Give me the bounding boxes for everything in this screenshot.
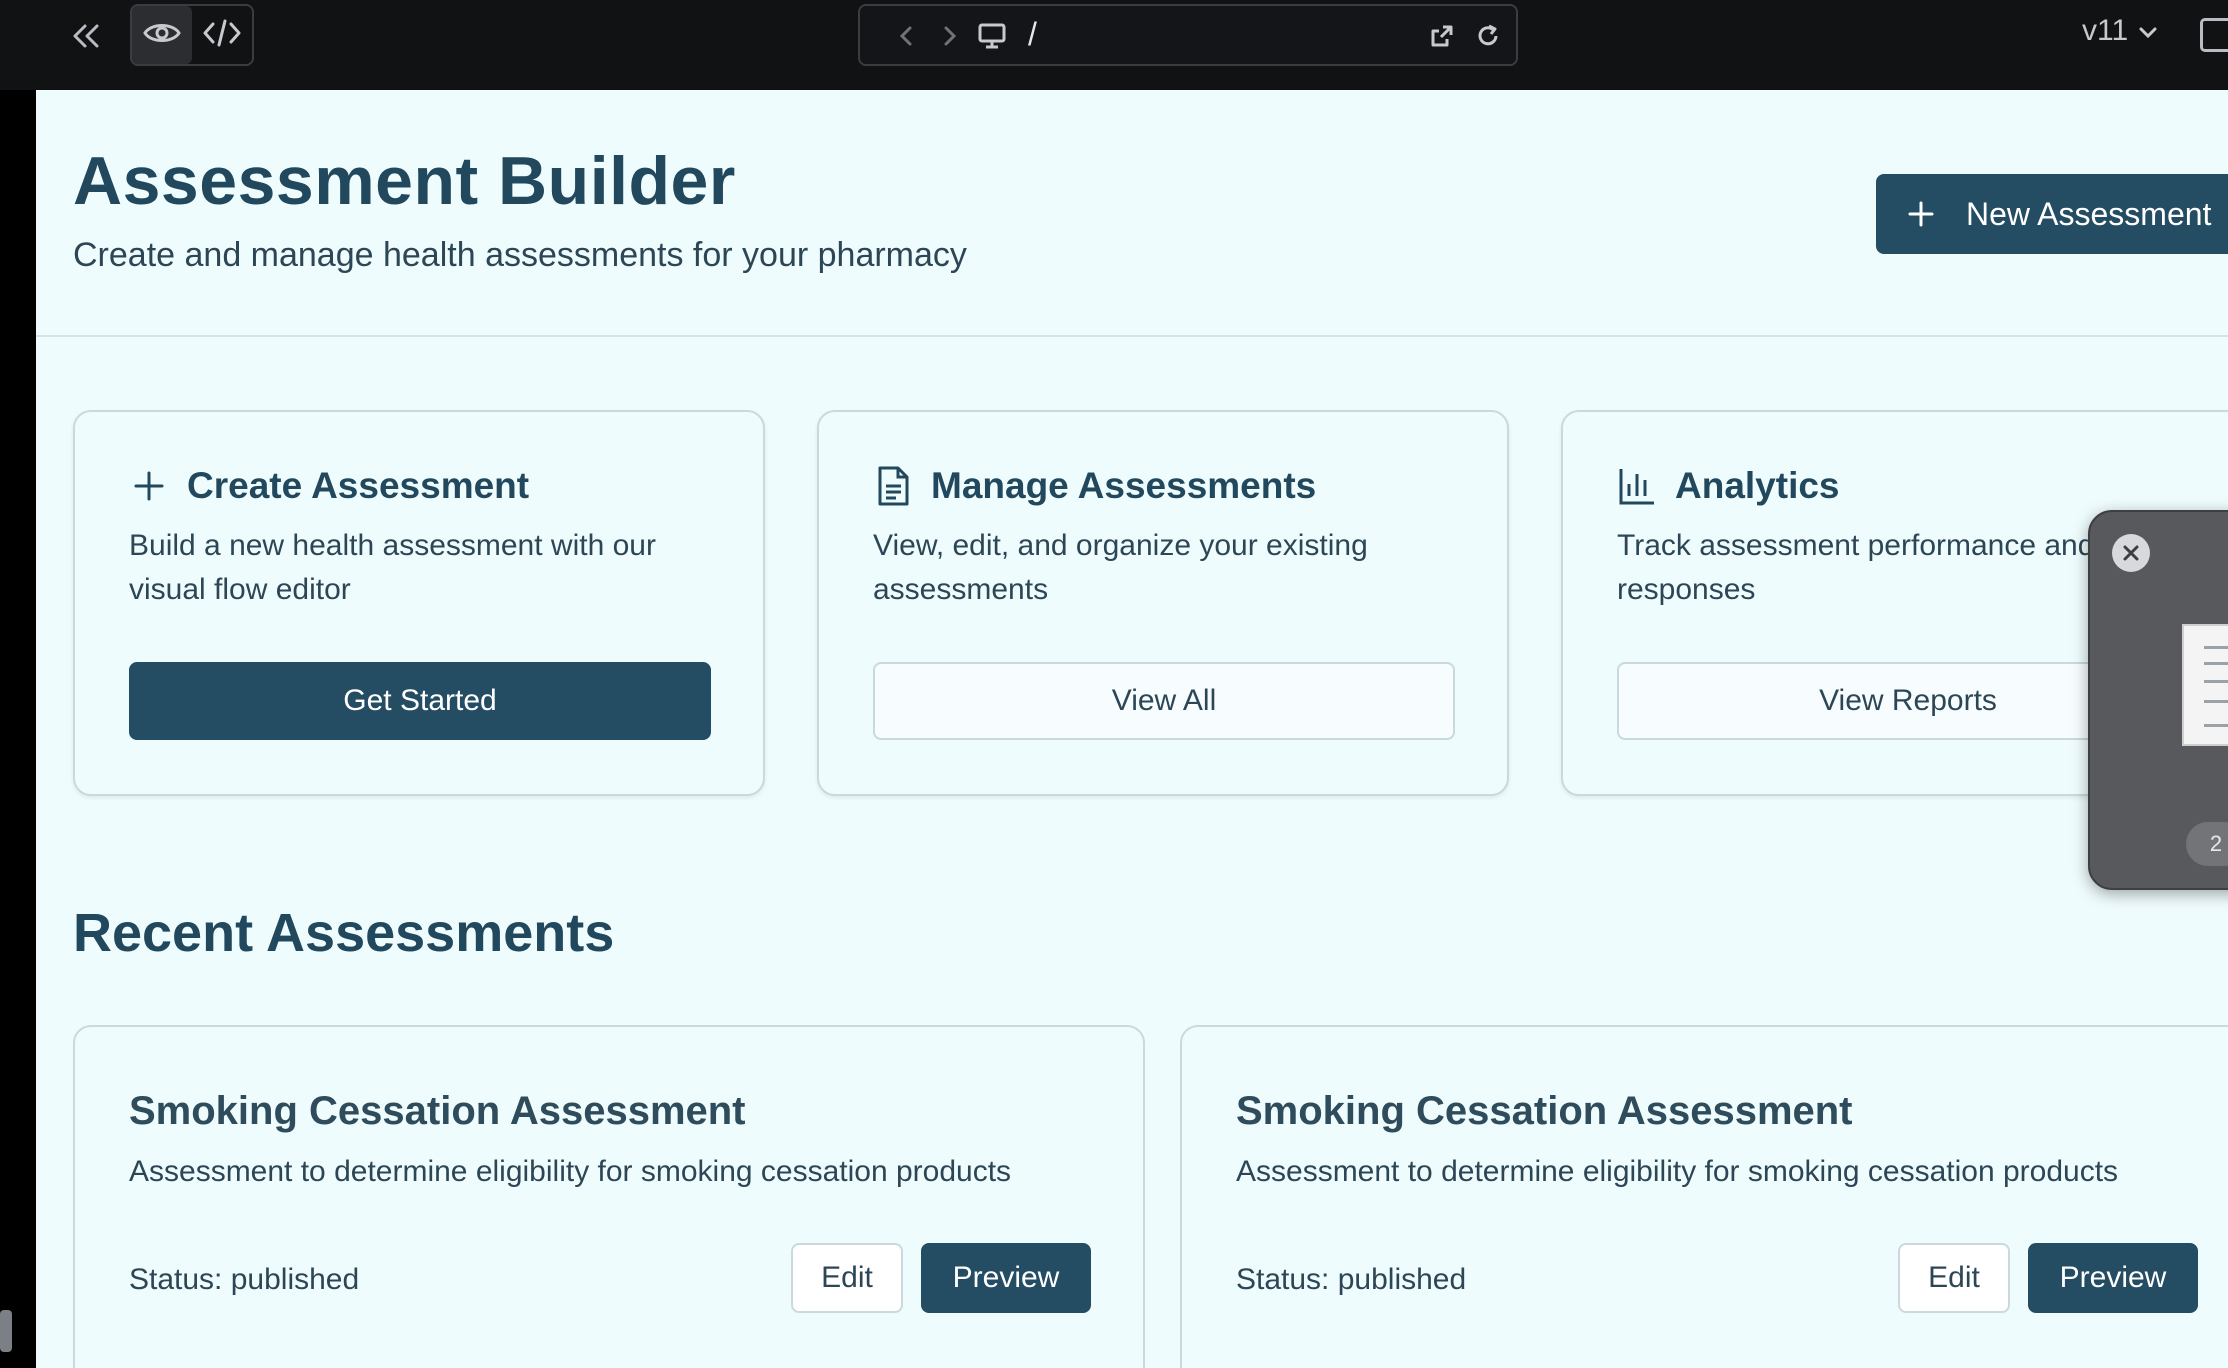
collapse-sidebar-icon[interactable] (66, 18, 106, 54)
scrollbar-thumb[interactable] (0, 1310, 12, 1352)
top-toolbar: / v11 (0, 0, 2228, 90)
address-bar[interactable]: / (858, 4, 1518, 66)
manage-assessments-card: Manage Assessments View, edit, and organ… (817, 410, 1509, 796)
preview-button[interactable]: Preview (2028, 1243, 2198, 1313)
left-edge (0, 90, 36, 1368)
assessment-title: Smoking Cessation Assessment (1236, 1089, 1853, 1133)
eye-icon (143, 20, 181, 51)
view-mode-toggle (130, 4, 254, 66)
plus-icon (129, 464, 169, 508)
forward-icon[interactable] (934, 20, 966, 52)
panel-toggle-icon[interactable] (2200, 18, 2228, 52)
assessment-description: Assessment to determine eligibility for … (1236, 1155, 2119, 1188)
thumbnail-preview[interactable] (2182, 624, 2228, 746)
card-title: Analytics (1675, 465, 1840, 506)
plus-icon (1876, 200, 1966, 228)
preview-button[interactable]: Preview (921, 1243, 1091, 1313)
chevron-down-icon (2138, 14, 2158, 48)
card-title: Create Assessment (187, 465, 530, 506)
create-assessment-card: Create Assessment Build a new health ass… (73, 410, 765, 796)
preview-mode-button[interactable] (132, 6, 192, 64)
code-mode-button[interactable] (192, 6, 252, 64)
assessment-card: Smoking Cessation Assessment Assessment … (1180, 1025, 2228, 1368)
page-header: Assessment Builder Create and manage hea… (36, 90, 2228, 337)
page-title: Assessment Builder (73, 143, 736, 219)
new-assessment-label: New Assessment (1966, 195, 2212, 232)
screenshot-thumbnail-overlay[interactable]: 2 (2088, 510, 2228, 890)
assessment-status: Status: published (129, 1263, 360, 1296)
card-description: View, edit, and organize your existing a… (873, 529, 1368, 606)
thumbnail-count-badge: 2 (2186, 822, 2228, 866)
open-external-icon[interactable] (1426, 20, 1458, 52)
card-description: Build a new health assessment with our v… (129, 529, 656, 606)
edit-button[interactable]: Edit (791, 1243, 903, 1313)
view-all-button[interactable]: View All (873, 662, 1455, 740)
page-subtitle: Create and manage health assessments for… (73, 236, 967, 274)
card-title: Manage Assessments (931, 465, 1317, 506)
assessment-card: Smoking Cessation Assessment Assessment … (73, 1025, 1145, 1368)
document-icon (873, 464, 913, 508)
assessment-description: Assessment to determine eligibility for … (129, 1155, 1012, 1188)
version-selector[interactable]: v11 (2082, 14, 2158, 48)
app-content: Assessment Builder Create and manage hea… (36, 90, 2228, 1368)
desktop-icon[interactable] (976, 20, 1008, 52)
assessment-title: Smoking Cessation Assessment (129, 1089, 746, 1133)
url-path: / (1028, 16, 1037, 52)
version-label: v11 (2082, 14, 2129, 47)
back-icon[interactable] (890, 20, 922, 52)
edit-button[interactable]: Edit (1898, 1243, 2010, 1313)
bar-chart-icon (1617, 464, 1657, 508)
new-assessment-button[interactable]: New Assessment (1876, 174, 2228, 254)
close-icon[interactable] (2112, 534, 2150, 572)
code-icon (203, 18, 241, 53)
recent-assessments-heading: Recent Assessments (73, 903, 615, 963)
get-started-button[interactable]: Get Started (129, 662, 711, 740)
assessment-status: Status: published (1236, 1263, 1467, 1296)
refresh-icon[interactable] (1472, 20, 1504, 52)
